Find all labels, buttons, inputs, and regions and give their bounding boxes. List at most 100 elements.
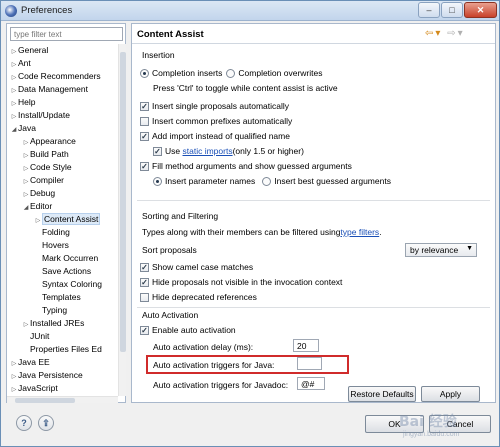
title-bar: Preferences – □ ✕ (1, 1, 499, 21)
tree-horizontal-scrollbar[interactable] (7, 396, 118, 403)
content-assist-page: Content Assist ⇦▾ ⇨▾ Insertion Completio… (131, 23, 496, 403)
hide-deprecated-checkbox[interactable]: Hide deprecated references (140, 291, 257, 303)
tree-item-label: Data Management (18, 84, 88, 94)
tree-item[interactable]: ▷ Data Management (10, 83, 88, 96)
tree-item-label: Debug (30, 188, 56, 198)
insert-common-checkbox[interactable]: Insert common prefixes automatically (140, 115, 292, 127)
use-static-imports-checkbox[interactable]: ✓ Use static imports (only 1.5 or higher) (153, 145, 304, 157)
tree-item[interactable]: ▷ Java Persistence (10, 369, 83, 382)
argument-mode-radios: Insert parameter names Insert best guess… (153, 175, 391, 187)
highlight-box (146, 355, 349, 374)
help-icon[interactable]: ? (16, 415, 32, 431)
tree-item[interactable]: Templates (34, 291, 81, 304)
scroll-thumb[interactable] (15, 398, 75, 403)
tree-item[interactable]: ▷ Code Recommenders (10, 70, 101, 83)
show-camel-case-checkbox[interactable]: ✓ Show camel case matches (140, 261, 253, 273)
maximize-button[interactable]: □ (441, 2, 463, 18)
sorting-heading: Sorting and Filtering (142, 211, 219, 221)
tree-item[interactable]: ▷ Build Path (22, 148, 69, 161)
tree-item-label: General (18, 45, 49, 55)
tree-item-label: Java EE (18, 357, 50, 367)
tree-item-label: JavaScript (18, 383, 58, 393)
page-title: Content Assist (137, 29, 204, 40)
tree-item-label: Mark Occurren (42, 253, 99, 263)
tree-item-label: Folding (42, 227, 70, 237)
tree-item-label: Compiler (30, 175, 65, 185)
tree-item-label: Properties Files Ed (30, 344, 102, 354)
tree-item[interactable]: ▷ Debug (22, 187, 55, 200)
chevron-down-icon: ▼ (466, 245, 473, 252)
expanded-twisty-icon[interactable]: ◢ (22, 202, 30, 215)
tree-item-label: Hovers (42, 240, 69, 250)
javadoc-triggers-field[interactable]: @# (297, 377, 325, 390)
tree-item[interactable]: ▷ Java EE (10, 356, 50, 369)
forward-menu-icon[interactable]: ▾ (458, 28, 465, 39)
insert-param-names-radio[interactable] (153, 176, 162, 186)
hide-not-visible-checkbox[interactable]: ✓ Hide proposals not visible in the invoc… (140, 276, 342, 288)
insert-best-guessed-radio[interactable] (262, 176, 272, 186)
tree-item[interactable]: ▷ Compiler (22, 174, 64, 187)
tree-item-label: Installed JREs (30, 318, 85, 328)
add-import-checkbox[interactable]: ✓ Add import instead of qualified name (140, 130, 290, 142)
import-export-icon[interactable]: ⇪ (38, 415, 54, 431)
tree-item-label: Code Style (30, 162, 72, 172)
tree-item-label: Java Persistence (18, 370, 83, 380)
tree-item[interactable]: ▷ Appearance (22, 135, 76, 148)
preference-tree-pane: ▷General▷Ant▷Code Recommenders▷Data Mana… (6, 23, 126, 403)
tree-item-label: Help (18, 97, 36, 107)
scroll-thumb[interactable] (120, 52, 126, 352)
tree-item[interactable]: ◢ Java (10, 122, 36, 135)
tree-item-label: Editor (30, 201, 53, 211)
dialog-footer: ? ⇪ OK Cancel Bai 经验 jingyan.baidu.com (1, 405, 499, 446)
completion-inserts-radio[interactable]: Completion inserts Completion overwrites (140, 67, 322, 79)
tree-item[interactable]: Typing (34, 304, 67, 317)
forward-arrow-icon[interactable]: ⇨ (447, 28, 457, 39)
tree-item[interactable]: ▷ General (10, 44, 49, 57)
minimize-button[interactable]: – (418, 2, 440, 18)
radio-selected[interactable] (140, 68, 149, 78)
filter-input[interactable] (10, 27, 123, 41)
preferences-window: Preferences – □ ✕ ▷General▷Ant▷Code Reco… (0, 0, 500, 447)
fill-method-args-checkbox[interactable]: ✓ Fill method arguments and show guessed … (140, 160, 352, 172)
tree-item[interactable]: Mark Occurren (34, 252, 98, 265)
enable-auto-activation-checkbox[interactable]: ✓ Enable auto activation (140, 324, 236, 336)
tree-item[interactable]: ▷ Content Assist (34, 213, 101, 226)
back-arrow-icon[interactable]: ⇦ (425, 28, 435, 39)
apply-button[interactable]: Apply (421, 386, 480, 402)
restore-defaults-button[interactable]: Restore Defaults (348, 386, 416, 402)
tree-item[interactable]: ▷ Code Style (22, 161, 72, 174)
tree-item[interactable]: Properties Files Ed (22, 343, 102, 356)
divider (137, 200, 490, 201)
tree-item[interactable]: ▷ Help (10, 96, 36, 109)
window-title: Preferences (21, 5, 73, 16)
tree-item-label: Ant (18, 58, 31, 68)
tree-item[interactable]: Syntax Coloring (34, 278, 102, 291)
tree-item[interactable]: ▷ Ant (10, 57, 31, 70)
tree-item-label: Code Recommenders (18, 71, 101, 81)
tree-item[interactable]: Folding (34, 226, 70, 239)
tree-item[interactable]: Hovers (34, 239, 69, 252)
insert-single-checkbox[interactable]: ✓ Insert single proposals automatically (140, 100, 289, 112)
expanded-twisty-icon[interactable]: ◢ (10, 124, 18, 137)
delay-field[interactable]: 20 (293, 339, 319, 352)
tree-item[interactable]: Save Actions (34, 265, 91, 278)
tree-item-label: Install/Update (18, 110, 70, 120)
tree-item-label: Syntax Coloring (42, 279, 103, 289)
sort-proposals-select[interactable]: by relevance ▼ (405, 243, 477, 257)
completion-overwrites-radio[interactable] (226, 68, 236, 78)
close-button[interactable]: ✕ (464, 2, 497, 18)
type-filters-link[interactable]: type filters (340, 227, 379, 237)
collapsed-twisty-icon[interactable]: ▷ (10, 384, 18, 396)
tree-item[interactable]: ◢ Editor (22, 200, 53, 215)
tree-item[interactable]: JUnit (22, 330, 49, 343)
tree-vertical-scrollbar[interactable] (118, 44, 126, 396)
back-menu-icon[interactable]: ▾ (435, 28, 442, 39)
page-header: Content Assist ⇦▾ ⇨▾ (132, 24, 495, 44)
tree-item[interactable]: ▷ Installed JREs (22, 317, 85, 330)
sort-proposals-label: Sort proposals (142, 245, 197, 255)
static-imports-link[interactable]: static imports (183, 146, 233, 156)
tree-item-label: Save Actions (42, 266, 92, 276)
tree-item[interactable]: ▷ Install/Update (10, 109, 70, 122)
tree-item-label: Appearance (30, 136, 76, 146)
tree-item[interactable]: ▷ JavaScript (10, 382, 58, 395)
